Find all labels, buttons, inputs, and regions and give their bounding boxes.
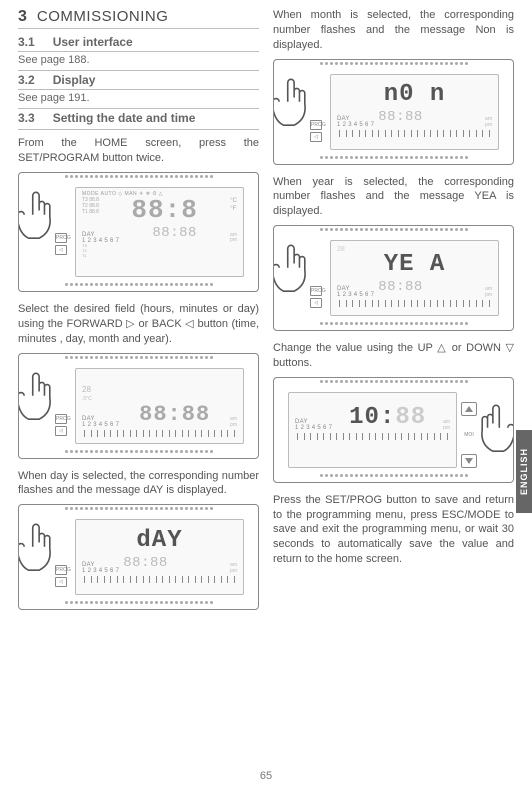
see-page-188: See page 188.: [18, 52, 259, 71]
back-button-icon: ◁: [55, 245, 67, 255]
paragraph: When day is selected, the corresponding …: [18, 469, 259, 499]
lcd-ampm: am pm: [230, 416, 237, 428]
side-buttons: PROG ◁: [55, 565, 67, 587]
see-page-191: See page 191.: [18, 90, 259, 109]
subsection-number: 3.3: [18, 111, 35, 125]
lcd-time-digits: 88:88: [378, 279, 481, 295]
decor-dots: [19, 173, 258, 181]
language-tab: ENGLISH: [516, 430, 532, 513]
paragraph: Press the SET/PROG button to save and re…: [273, 493, 514, 567]
hand-press-icon: [18, 368, 59, 432]
lcd-unit-c: °C: [230, 197, 237, 205]
prog-button-icon: PROG: [55, 233, 67, 243]
hand-press-icon: [18, 187, 59, 251]
section-number: 3: [18, 8, 27, 26]
paragraph: From the HOME screen, press the SET/PROG…: [18, 136, 259, 166]
lcd-ticks: [295, 431, 450, 443]
decor-dots: [19, 599, 258, 607]
lcd-message-day: dAY: [82, 529, 237, 553]
lcd-display: n0 n DAY 1 2 3 4 5 6 7 88:88 am pm: [330, 74, 499, 150]
decor-dots: [19, 505, 258, 513]
lcd-display: 28.5°C DAY 1 2 3 4 5 6 7 88:88 am pm: [75, 368, 244, 444]
back-button-icon: ◁: [55, 577, 67, 587]
lcd-value-10: 10:: [349, 404, 395, 431]
figure-field-select: PROG ◁ 28.5°C DAY 1 2 3 4 5 6 7 88:88 am…: [18, 353, 259, 459]
lcd-temp-digits: 88:8: [131, 195, 197, 225]
lcd-display: DAY 1 2 3 4 5 6 7 10:88 am pm: [288, 392, 457, 468]
hand-press-icon: [473, 400, 514, 464]
lcd-ampm: am pm: [230, 233, 237, 243]
decor-dots: [274, 472, 513, 480]
side-buttons: PROG ◁: [55, 233, 67, 255]
lcd-t-levels: T3 88.8 T2 88.8 T1 88.8: [82, 197, 99, 215]
lcd-display: dAY DAY 1 2 3 4 5 6 7 88:88 am pm: [75, 519, 244, 595]
subsection-number: 3.1: [18, 35, 35, 49]
paragraph: When month is selected, the correspondin…: [273, 8, 514, 53]
decor-dots: [274, 226, 513, 234]
lcd-ticks: [337, 128, 492, 140]
decor-dots: [19, 354, 258, 362]
hand-press-icon: [18, 519, 59, 583]
section-header: 3 COMMISSIONING: [18, 8, 259, 29]
prog-button-icon: PROG: [55, 565, 67, 575]
lcd-ampm: am pm: [230, 562, 237, 574]
subsection-3-1: 3.1 User interface: [18, 33, 259, 52]
decor-dots: [274, 320, 513, 328]
figure-year: PROG ◁ 28 YE A DAY 1 2 3 4 5 6 7 88:88 a…: [273, 225, 514, 331]
decor-dots: [274, 154, 513, 162]
back-button-icon: ◁: [55, 426, 67, 436]
side-buttons: PROG ◁: [310, 286, 322, 308]
figure-month: PROG ◁ n0 n DAY 1 2 3 4 5 6 7 88:88 am p…: [273, 59, 514, 165]
subsection-title: User interface: [53, 35, 133, 49]
lcd-ampm: am pm: [485, 116, 492, 128]
lcd-ticks: [337, 298, 492, 310]
lcd-time-digits: 88:88: [378, 109, 481, 125]
lcd-message-yea: YE A: [337, 253, 492, 277]
decor-dots: [274, 60, 513, 68]
paragraph: When year is selected, the corresponding…: [273, 175, 514, 220]
side-buttons: PROG ◁: [310, 120, 322, 142]
back-button-icon: ◁: [310, 298, 322, 308]
lcd-time-digits: 88:88: [123, 404, 226, 426]
back-button-icon: ◁: [310, 132, 322, 142]
subsection-number: 3.2: [18, 73, 35, 87]
side-buttons: PROG ◁: [55, 414, 67, 436]
hand-press-icon: [273, 74, 314, 138]
lcd-ticks: [82, 428, 237, 440]
section-title: COMMISSIONING: [37, 8, 169, 25]
page-number: 65: [260, 770, 272, 782]
lcd-time-digits: 88:88: [123, 555, 226, 571]
subsection-title: Display: [53, 73, 96, 87]
paragraph: Select the desired field (hours, minutes…: [18, 302, 259, 347]
lcd-unit-f: °F: [230, 205, 237, 213]
subsection-title: Setting the date and time: [53, 111, 196, 125]
prog-button-icon: PROG: [55, 414, 67, 424]
hand-press-icon: [273, 240, 314, 304]
figure-home-screen: PROG ◁ MODE AUTO ◇ MAN ☀ ❄ ⏱ △ T3 88.8 T…: [18, 172, 259, 292]
lcd-ampm: am pm: [485, 286, 492, 298]
subsection-3-3: 3.3 Setting the date and time: [18, 109, 259, 130]
decor-dots: [274, 378, 513, 386]
prog-button-icon: PROG: [310, 286, 322, 296]
lcd-message-non: n0 n: [337, 83, 492, 107]
subsection-3-2: 3.2 Display: [18, 71, 259, 90]
figure-change-value: DAY 1 2 3 4 5 6 7 10:88 am pm MOI: [273, 377, 514, 483]
lcd-ampm: am pm: [443, 419, 450, 431]
decor-dots: [19, 281, 258, 289]
lcd-ticks: [82, 574, 237, 586]
lcd-display: 28 YE A DAY 1 2 3 4 5 6 7 88:88 am pm: [330, 240, 499, 316]
lcd-display: MODE AUTO ◇ MAN ☀ ❄ ⏱ △ T3 88.8 T2 88.8 …: [75, 187, 244, 277]
lcd-time-digits: 88:88: [123, 225, 226, 241]
figure-day: PROG ◁ dAY DAY 1 2 3 4 5 6 7 88:88 am pm: [18, 504, 259, 610]
paragraph: Change the value using the UP △ or DOWN …: [273, 341, 514, 371]
prog-button-icon: PROG: [310, 120, 322, 130]
decor-dots: [19, 448, 258, 456]
